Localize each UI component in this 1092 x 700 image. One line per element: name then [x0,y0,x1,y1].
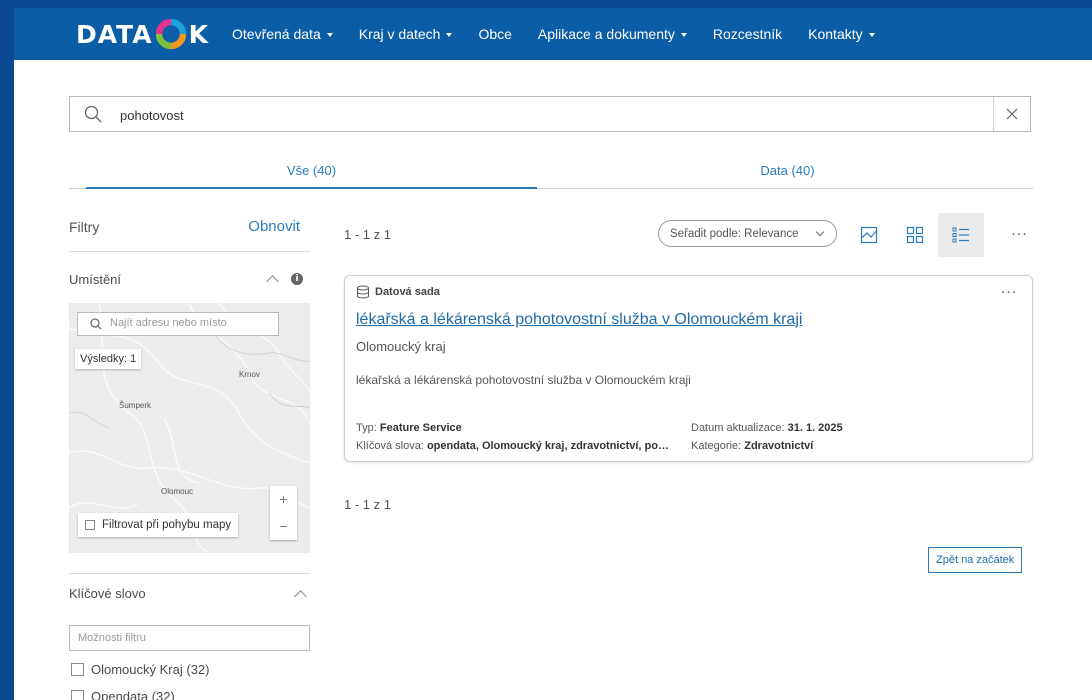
search-input[interactable] [118,103,982,127]
database-icon [357,285,369,299]
nav-item-open-data[interactable]: Otevřená data [232,26,333,42]
logo-text-left: DATA [76,19,153,49]
map-zoom-controls: + − [270,486,297,540]
result-owner: Olomoucký kraj [356,339,446,354]
filter-by-map-label: Filtrovat při pohybu mapy [102,519,232,531]
meta-value: opendata, Olomoucký kraj, zdravotnictví,… [426,440,669,452]
main-nav: Otevřená data Kraj v datech Obce Aplikac… [232,8,875,60]
chevron-up-icon[interactable] [294,590,307,603]
keyword-option-label: Opendata (32) [91,689,175,700]
checkbox-icon [71,663,84,676]
meta-value: Zdravotnictví [744,440,814,452]
chevron-up-icon[interactable] [266,275,279,288]
filter-by-map-checkbox[interactable]: Filtrovat při pohybu mapy [78,513,239,537]
meta-value: Feature Service [379,422,462,434]
keyword-section-title: Klíčové slovo [69,586,146,601]
meta-key: Klíčová slova: [356,440,424,452]
nav-item-region-data[interactable]: Kraj v datech [359,26,453,42]
search-icon [84,105,102,123]
filters-title: Filtry [69,219,100,235]
divider [69,251,310,252]
map-results-badge: Výsledky: 1 [75,349,142,369]
keyword-option-label: Olomoucký Kraj (32) [91,662,210,677]
result-category-meta: Kategorie: Zdravotnictví [691,440,813,452]
result-title-link[interactable]: lékařská a lékárenská pohotovostní služb… [356,311,802,329]
meta-value: 31. 1. 2025 [787,422,843,434]
top-navigation-bar: DATA K Otevřená data Kraj v datech Obce … [14,8,1092,60]
search-icon [90,318,102,330]
checkbox-icon [85,520,95,530]
map-town-label: Krnov [239,370,260,379]
list-view-icon [952,227,969,243]
result-card: Datová sada ··· lékařská a lékárenská po… [344,275,1033,462]
site-logo[interactable]: DATA K [76,18,209,50]
result-type-meta: Typ: Feature Service [356,422,462,434]
sort-label: Seřadit podle: Relevance [670,227,799,240]
grid-view-button[interactable] [892,213,938,257]
grid-view-icon [906,226,924,244]
reset-filters-button[interactable]: Obnovit [248,218,300,235]
sort-dropdown[interactable]: Seřadit podle: Relevance [658,220,837,247]
close-icon [1006,108,1018,120]
chevron-down-icon [815,227,825,237]
results-count-bottom: 1 - 1 z 1 [344,497,391,512]
checkbox-icon [71,690,84,700]
filters-header: Filtry Obnovit [69,218,310,243]
zoom-in-button[interactable]: + [270,486,297,513]
map-town-label: Olomouc [161,487,194,496]
back-to-top-button[interactable]: Zpět na začátek [928,547,1023,573]
nav-item-contacts[interactable]: Kontakty [808,26,874,42]
meta-key: Typ: [356,422,377,434]
nav-item-crossroads[interactable]: Rozcestník [713,26,782,42]
location-section-title: Umístění [69,272,122,287]
nav-item-apps-documents[interactable]: Aplikace a dokumenty [538,26,687,42]
map-view-button[interactable] [846,213,892,257]
tab-all[interactable]: Vše (40) [86,163,537,178]
result-type: Datová sada [356,285,440,299]
results-count-top: 1 - 1 z 1 [344,227,391,242]
result-tabs: Vše (40) Data (40) [69,158,1033,189]
map-town-label: Šumperk [119,401,152,410]
search-bar [69,96,1031,132]
result-type-label: Datová sada [375,286,440,298]
map-search-input[interactable]: Najít adresu nebo místo [77,312,279,336]
divider [69,573,310,574]
meta-key: Datum aktualizace: [691,422,785,434]
more-options-button[interactable]: ··· [1011,225,1028,242]
nav-item-municipalities[interactable]: Obce [478,26,511,42]
browser-page: DATA K Otevřená data Kraj v datech Obce … [14,8,1092,700]
map-search-placeholder: Najít adresu nebo místo [110,317,227,329]
logo-ring-icon [155,19,186,49]
result-updated-meta: Datum aktualizace: 31. 1. 2025 [691,422,843,434]
result-keywords-meta: Klíčová slova: opendata, Olomoucký kraj,… [356,440,669,452]
keyword-filter-input[interactable]: Možnosti filtru [69,625,310,651]
active-tab-indicator [86,187,537,189]
list-view-button[interactable] [938,213,984,257]
keyword-option[interactable]: Olomoucký Kraj (32) [71,662,209,677]
location-map[interactable]: Šumperk Krnov Olomouc Najít adresu nebo … [69,303,310,553]
zoom-out-button[interactable]: − [270,513,297,540]
meta-key: Kategorie: [691,440,742,452]
keyword-filter-placeholder: Možnosti filtru [78,632,146,644]
info-icon[interactable]: i [291,273,303,285]
logo-text-right: K [188,19,209,49]
tab-data[interactable]: Data (40) [562,163,1013,178]
clear-search-button[interactable] [993,97,1030,131]
keyword-option[interactable]: Opendata (32) [71,689,175,700]
map-view-icon [860,226,878,244]
card-more-options-button[interactable]: ··· [1001,283,1018,300]
result-description: lékařská a lékárenská pohotovostní služb… [356,373,691,387]
